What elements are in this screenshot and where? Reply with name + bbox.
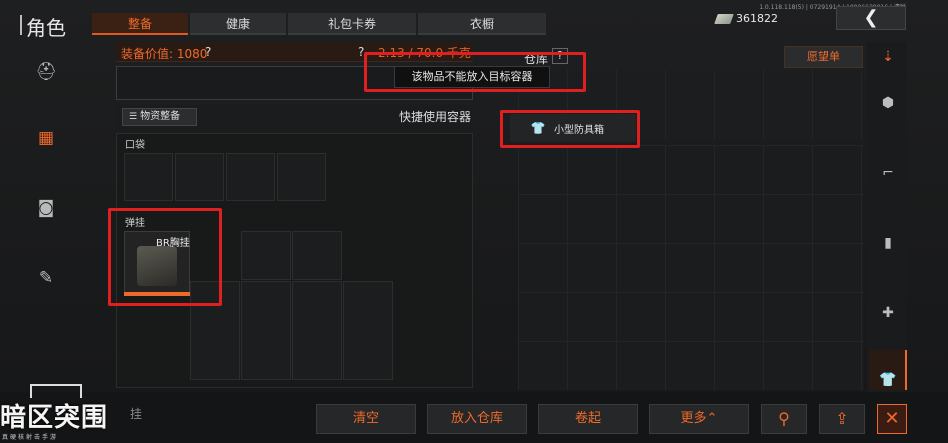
backpack-icon[interactable]: ◙ — [30, 192, 62, 224]
currency-amount: 361822 — [736, 12, 778, 25]
pocket-label: 口袋 — [125, 140, 145, 151]
search-button[interactable]: ⚲ — [761, 404, 807, 434]
rifle-icon[interactable]: ⌐ — [877, 162, 899, 184]
back-button[interactable]: ❮ — [836, 6, 906, 30]
cube-icon[interactable]: ⬢ — [877, 92, 899, 114]
rig-slot[interactable] — [241, 281, 291, 380]
close-button[interactable]: ✕ — [877, 404, 907, 434]
logo-subtitle: 真硬核射击手游 — [2, 434, 59, 441]
clear-button[interactable]: 清空 — [316, 404, 416, 434]
rig-slot[interactable] — [343, 281, 393, 380]
tab-loadout[interactable]: 整备 — [92, 13, 188, 35]
logo-text: 暗区突围 — [0, 403, 109, 433]
pocket-slot[interactable] — [175, 153, 224, 201]
page-title: 角色 — [20, 12, 66, 41]
roll-button[interactable]: 卷起 — [538, 404, 638, 434]
more-button[interactable]: 更多⌃ — [649, 404, 749, 434]
supply-button-label: 物资整备 — [140, 111, 181, 122]
highlight-rig — [108, 208, 222, 306]
shirt-icon[interactable]: 👕 — [877, 369, 899, 391]
ammo-icon[interactable]: ▮ — [877, 232, 899, 254]
pocket-slot[interactable] — [226, 153, 275, 201]
equip-value: 装备价值: 1080 — [121, 47, 208, 61]
pocket-slot[interactable] — [277, 153, 326, 201]
tab-health[interactable]: 健康 — [190, 13, 286, 35]
currency-display: 361822 — [714, 12, 778, 25]
highlight-container — [500, 110, 640, 148]
quick-use-container[interactable]: 快捷使用容器 — [399, 108, 471, 125]
list-icon: ☰ — [129, 112, 138, 122]
hang-label: 挂 — [130, 407, 143, 421]
tab-gift-cards[interactable]: 礼包卡券 — [288, 13, 416, 35]
store-button[interactable]: 放入仓库 — [427, 404, 527, 434]
rig-slot[interactable] — [241, 231, 291, 280]
sort-icon[interactable]: ⇣ — [877, 46, 899, 68]
search-icon: ⚲ — [778, 409, 790, 428]
vest-icon[interactable]: ▦ — [30, 122, 62, 154]
tab-wardrobe[interactable]: 衣橱 — [418, 13, 546, 35]
medkit-icon[interactable]: ✚ — [877, 302, 899, 324]
equip-value-help[interactable]: ? — [205, 45, 211, 59]
logo-frame — [30, 384, 82, 398]
wrench-icon[interactable]: ✎ — [30, 262, 62, 294]
rig-slot[interactable] — [292, 281, 342, 380]
share-button[interactable]: ⇪ — [819, 404, 865, 434]
helmet-icon[interactable]: ⛑ — [30, 56, 62, 88]
warehouse-grid[interactable] — [518, 145, 864, 390]
chevron-left-icon: ❮ — [863, 7, 879, 28]
wishlist-button[interactable]: 愿望单 — [784, 46, 863, 68]
pocket-slot[interactable] — [124, 153, 173, 201]
tab-bar: 整备 健康 礼包卡券 衣橱 — [92, 13, 548, 35]
game-screen: 角色 整备 健康 礼包卡券 衣橱 1.0.118.118(5) | 072919… — [0, 0, 948, 443]
share-icon: ⇪ — [835, 409, 849, 428]
close-icon: ✕ — [884, 408, 900, 429]
cash-icon — [714, 13, 734, 24]
supply-button[interactable]: ☰ 物资整备 — [122, 108, 197, 126]
highlight-tooltip — [364, 52, 586, 92]
rig-slot[interactable] — [292, 231, 342, 280]
